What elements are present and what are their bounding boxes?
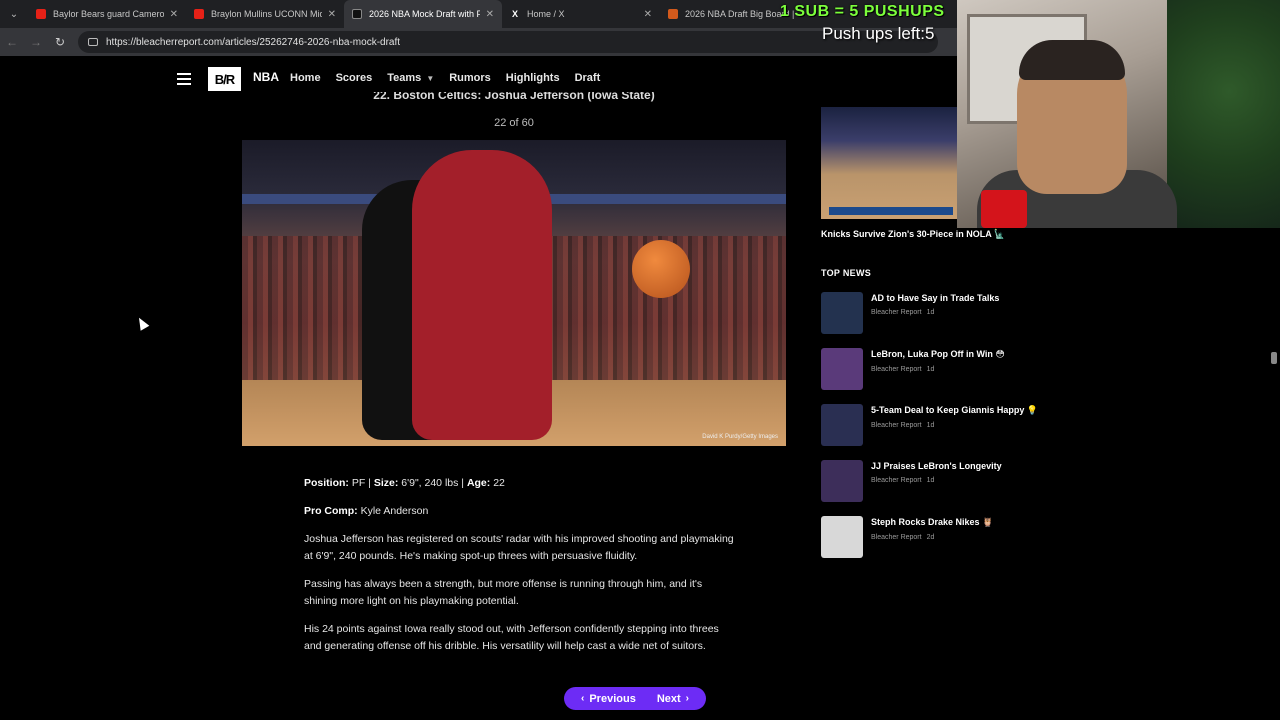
- site-info-icon[interactable]: [88, 38, 98, 46]
- pro-comp: Pro Comp: Kyle Anderson: [304, 503, 734, 520]
- news-thumbnail: [821, 460, 863, 502]
- video-thumbnail[interactable]: [821, 107, 957, 219]
- close-tab-icon[interactable]: ✕: [644, 9, 652, 20]
- reload-icon[interactable]: ↻: [48, 35, 72, 49]
- news-thumbnail: [821, 348, 863, 390]
- close-tab-icon[interactable]: ✕: [170, 9, 178, 20]
- article-paragraph-2: Passing has always been a strength, but …: [304, 578, 703, 607]
- close-tab-icon[interactable]: ✕: [486, 9, 494, 20]
- news-source: Bleacher Report: [871, 366, 922, 373]
- size-label: Size:: [373, 477, 399, 489]
- nav-link-teams-label: Teams: [387, 72, 422, 84]
- big-board-icon: [668, 9, 678, 19]
- previous-button[interactable]: ‹ Previous: [576, 693, 636, 705]
- news-item[interactable]: AD to Have Say in Trade Talks Bleacher R…: [821, 292, 1051, 348]
- slide-title: 22. Boston Celtics: Joshua Jefferson (Io…: [373, 92, 655, 102]
- tab-search-chevron-icon[interactable]: ⌄: [0, 0, 28, 28]
- news-item[interactable]: LeBron, Luka Pop Off in Win 😳 Bleacher R…: [821, 348, 1051, 404]
- chevron-right-icon: ›: [685, 693, 689, 704]
- close-tab-icon[interactable]: ✕: [328, 9, 336, 20]
- stream-pushups-counter: Push ups left:5: [822, 24, 935, 43]
- article-paragraph-3: His 24 points against Iowa really stood …: [304, 623, 719, 652]
- news-title: AD to Have Say in Trade Talks: [871, 293, 1000, 303]
- news-title: Steph Rocks Drake Nikes 🦉: [871, 517, 994, 527]
- news-title: 5-Team Deal to Keep Giannis Happy 💡: [871, 405, 1039, 415]
- url-text: https://bleacherreport.com/articles/2526…: [106, 36, 401, 48]
- news-item[interactable]: Steph Rocks Drake Nikes 🦉 Bleacher Repor…: [821, 516, 1051, 572]
- news-age: 2d: [926, 534, 935, 541]
- youtube-icon: [194, 9, 204, 19]
- slide-pager: ‹ Previous Next ›: [564, 687, 706, 710]
- age-label: Age:: [466, 477, 491, 489]
- browser-tab-4[interactable]: X Home / X ✕: [502, 0, 660, 28]
- news-age: 1d: [926, 366, 935, 373]
- news-age: 1d: [926, 477, 935, 484]
- nav-link-rumors[interactable]: Rumors: [449, 72, 491, 84]
- previous-label: Previous: [589, 692, 636, 705]
- news-title: JJ Praises LeBron's Longevity: [871, 461, 1002, 471]
- procomp-label: Pro Comp:: [304, 505, 358, 517]
- next-label: Next: [656, 692, 681, 705]
- browser-tab-1[interactable]: Baylor Bears guard Cameron Carr ✕: [28, 0, 186, 28]
- procomp-value: Kyle Anderson: [357, 505, 429, 517]
- news-item[interactable]: 5-Team Deal to Keep Giannis Happy 💡 Blea…: [821, 404, 1051, 460]
- browser-tab-2[interactable]: Braylon Mullins UCONN Mid-Season ✕: [186, 0, 344, 28]
- position-label: Position:: [304, 477, 349, 489]
- address-bar[interactable]: https://bleacherreport.com/articles/2526…: [78, 31, 938, 53]
- top-news-list: AD to Have Say in Trade Talks Bleacher R…: [821, 292, 1051, 572]
- news-source: Bleacher Report: [871, 477, 922, 484]
- chevron-down-icon: ▼: [426, 73, 435, 83]
- photo-credit: David K Purdy/Getty Images: [702, 434, 778, 440]
- player-photo: David K Purdy/Getty Images: [242, 140, 786, 446]
- age-value: 22: [490, 477, 505, 489]
- nav-link-draft[interactable]: Draft: [575, 72, 601, 84]
- news-source: Bleacher Report: [871, 534, 922, 541]
- player-vitals: Position: PF | Size: 6'9", 240 lbs | Age…: [304, 475, 734, 492]
- section-label-nba[interactable]: NBA: [253, 70, 279, 84]
- size-value: 6'9", 240 lbs |: [398, 477, 467, 489]
- streamer-webcam: [957, 0, 1280, 228]
- news-thumbnail: [821, 516, 863, 558]
- nav-link-home[interactable]: Home: [290, 72, 321, 84]
- tab-title: Braylon Mullins UCONN Mid-Season: [211, 9, 322, 19]
- bleacher-report-icon: [352, 9, 362, 19]
- article-body: Position: PF | Size: 6'9", 240 lbs | Age…: [304, 475, 734, 666]
- nav-link-scores[interactable]: Scores: [336, 72, 373, 84]
- forward-arrow-icon[interactable]: →: [24, 35, 48, 49]
- news-age: 1d: [926, 309, 935, 316]
- slide-counter: 22 of 60: [494, 117, 534, 129]
- top-news-heading: TOP NEWS: [821, 268, 872, 278]
- tab-title: Home / X: [527, 9, 565, 19]
- hamburger-menu-icon[interactable]: [177, 73, 191, 88]
- news-thumbnail: [821, 292, 863, 334]
- tab-title: Baylor Bears guard Cameron Carr: [53, 9, 164, 19]
- youtube-icon: [36, 9, 46, 19]
- video-title[interactable]: Knicks Survive Zion's 30-Piece in NOLA 🗽: [821, 229, 1005, 240]
- back-arrow-icon[interactable]: ←: [0, 35, 24, 49]
- news-source: Bleacher Report: [871, 422, 922, 429]
- browser-tab-3-active[interactable]: 2026 NBA Mock Draft with Full ✕: [344, 0, 502, 28]
- position-value: PF |: [348, 477, 374, 489]
- article-paragraph-1: Joshua Jefferson has registered on scout…: [304, 533, 734, 562]
- news-item[interactable]: JJ Praises LeBron's Longevity Bleacher R…: [821, 460, 1051, 516]
- nav-links: Home Scores Teams ▼ Rumors Highlights Dra…: [290, 72, 615, 84]
- chevron-left-icon: ‹: [581, 693, 585, 704]
- nav-link-highlights[interactable]: Highlights: [506, 72, 560, 84]
- tab-title: 2026 NBA Mock Draft with Full: [369, 9, 480, 19]
- next-button[interactable]: Next ›: [657, 693, 694, 705]
- page-scrollbar-thumb[interactable]: [1271, 352, 1277, 364]
- br-logo[interactable]: B/R: [208, 67, 241, 91]
- nav-link-teams[interactable]: Teams ▼: [387, 72, 434, 84]
- x-icon: X: [511, 9, 518, 19]
- news-source: Bleacher Report: [871, 309, 922, 316]
- news-age: 1d: [926, 422, 935, 429]
- news-title: LeBron, Luka Pop Off in Win 😳: [871, 349, 1005, 359]
- news-thumbnail: [821, 404, 863, 446]
- stream-sub-goal-overlay: 1 SUB = 5 PUSHUPS: [780, 3, 945, 20]
